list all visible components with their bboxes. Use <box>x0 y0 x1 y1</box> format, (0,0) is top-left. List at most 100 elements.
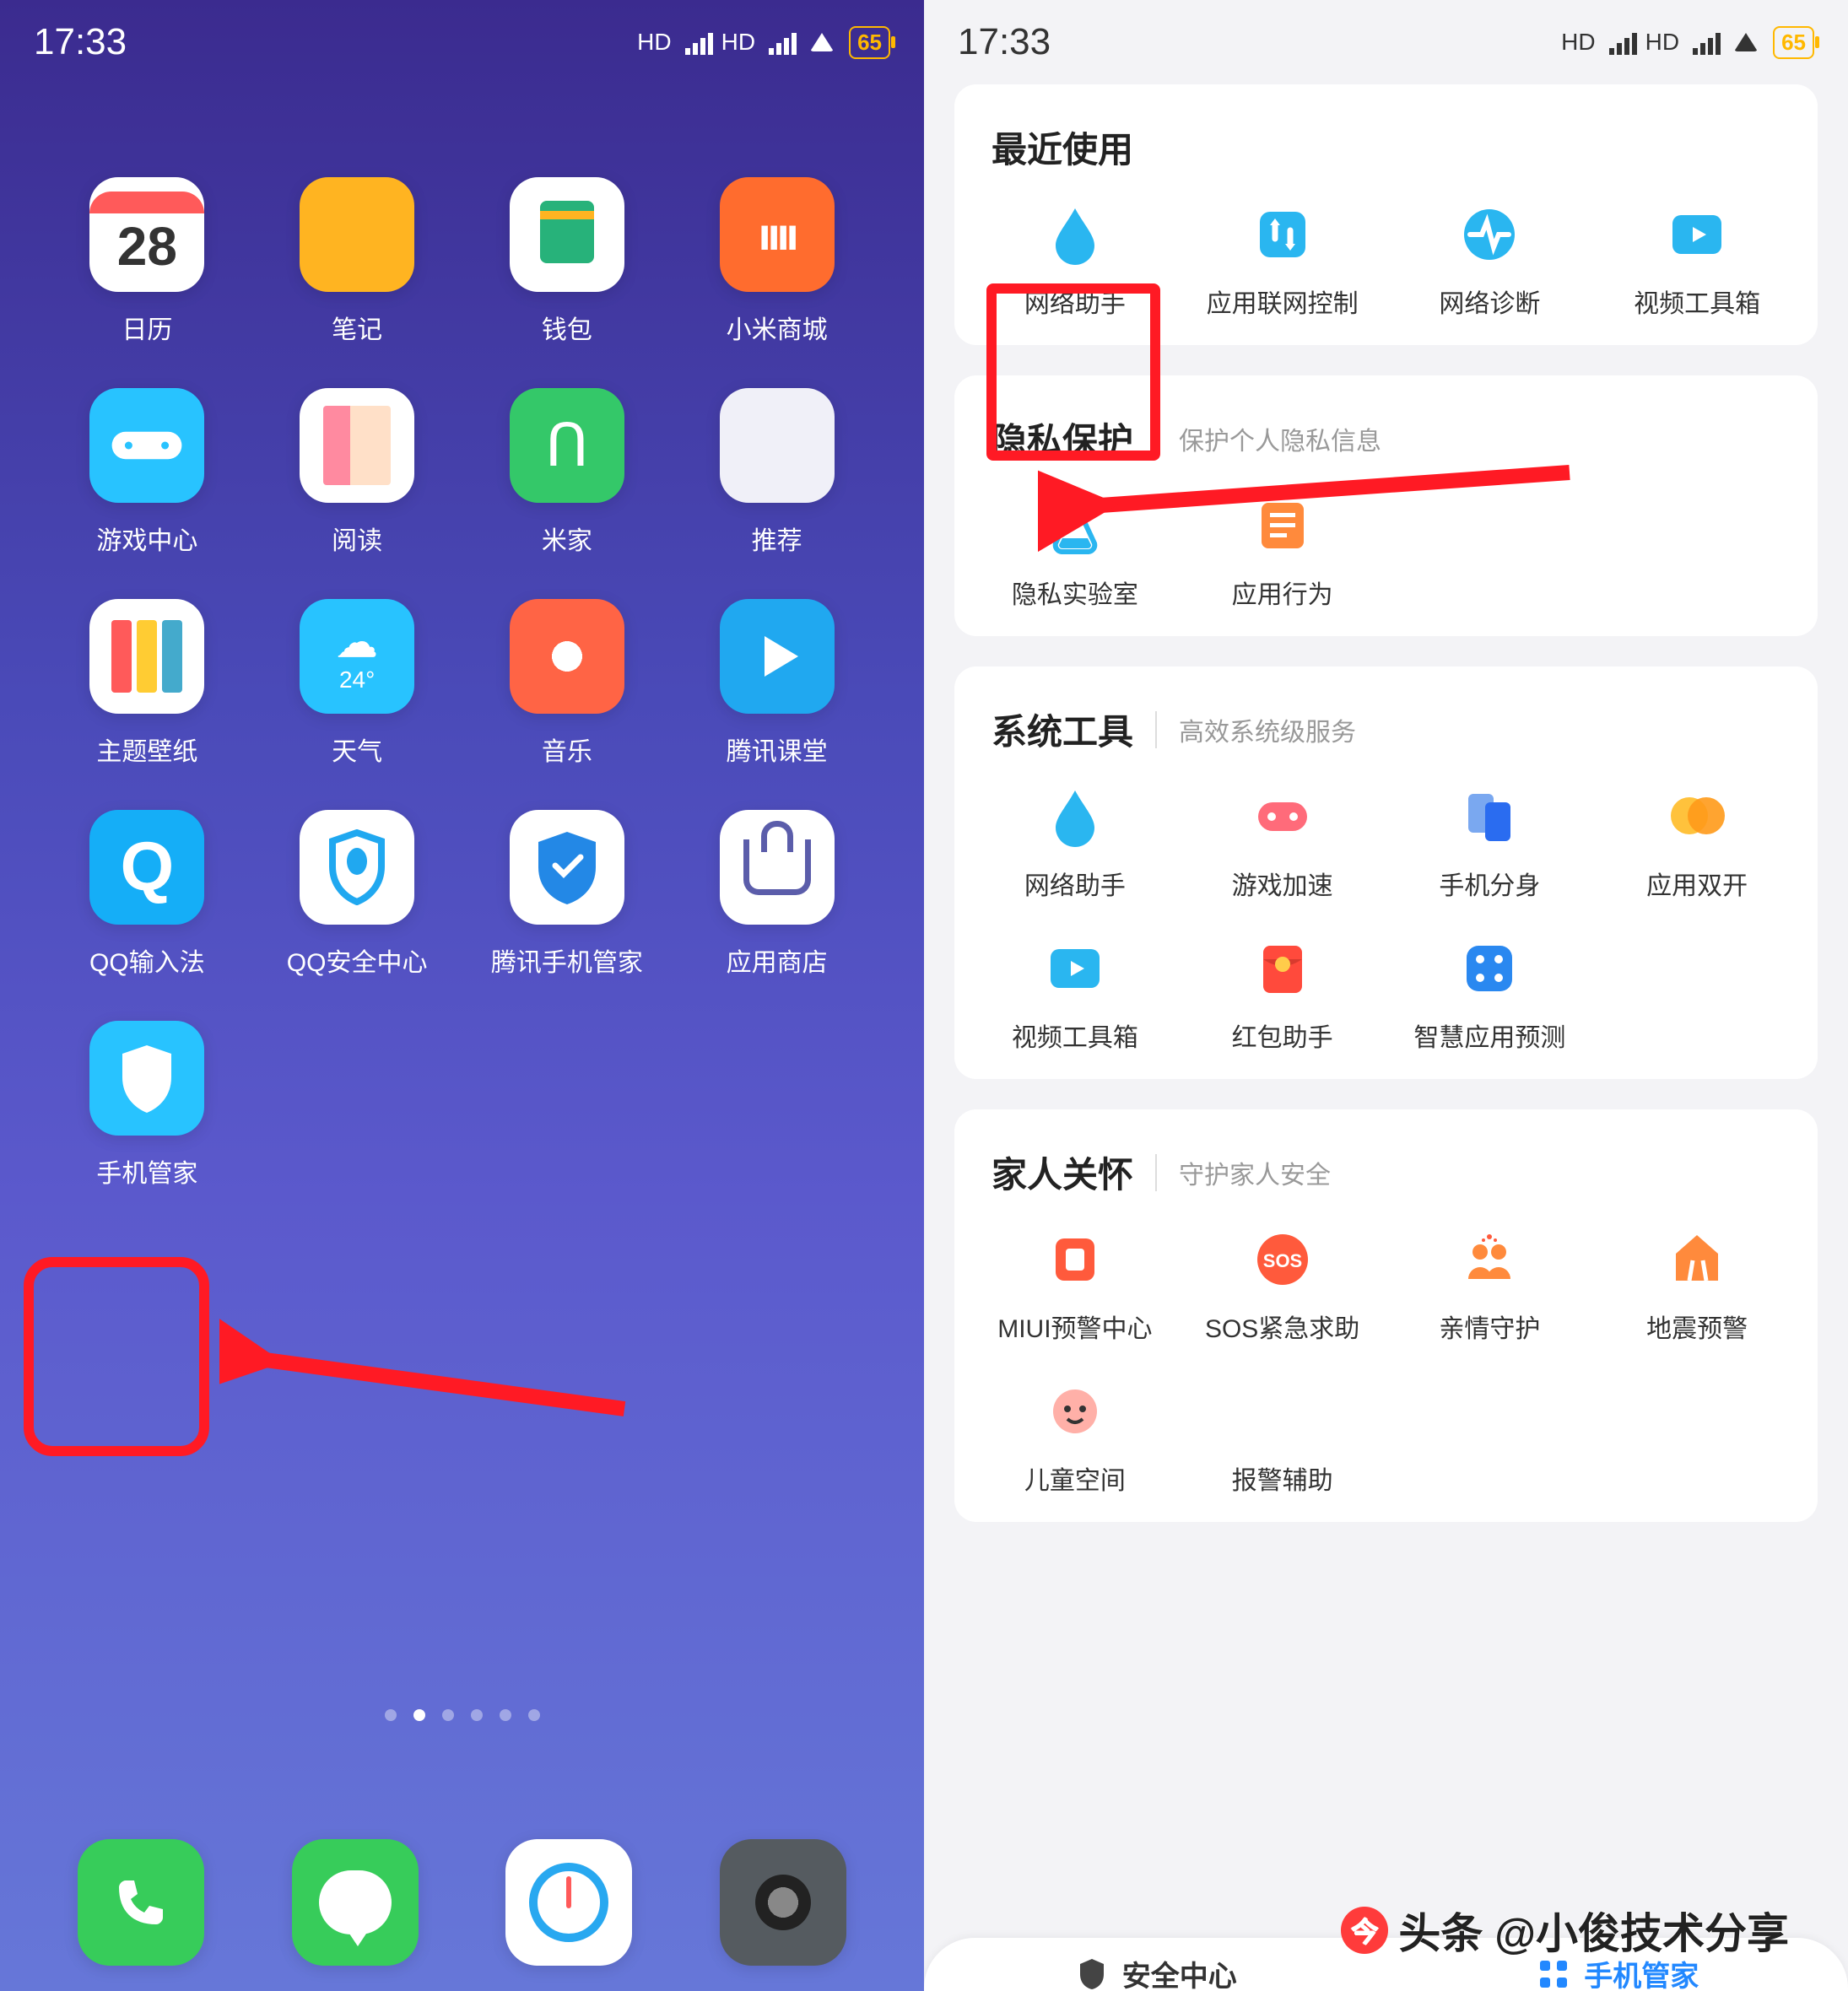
tool-dual-app[interactable]: 应用双开 <box>1593 784 1801 902</box>
section-title: 最近使用 <box>992 121 1133 173</box>
section-recent: 最近使用 网络助手 应用联网控制 网络诊断 视频工具箱 <box>954 84 1818 345</box>
phone-right-manager: 17:33 HD HD 65 最近使用 网络助手 应用联网控制 网络诊断 视频工… <box>924 0 1848 1991</box>
tool-network-assistant[interactable]: 网络助手 <box>971 202 1179 320</box>
tool-family-guard[interactable]: 亲情守护 <box>1386 1227 1594 1345</box>
app-game-center[interactable]: 游戏中心 <box>50 388 244 557</box>
video-toolbox-icon <box>1042 936 1108 1001</box>
app-mi-store[interactable]: ıııı小米商城 <box>680 177 874 346</box>
tab-security-center[interactable]: 安全中心 <box>1073 1953 1237 1991</box>
tool-network-diag[interactable]: 网络诊断 <box>1386 202 1594 320</box>
dock-messages[interactable] <box>292 1839 419 1966</box>
page-indicator <box>0 1709 924 1721</box>
app-calendar[interactable]: 28日历 <box>50 177 244 346</box>
theme-icon <box>89 599 204 714</box>
tool-red-packet[interactable]: 红包助手 <box>1179 936 1386 1054</box>
app-notes[interactable]: 笔记 <box>260 177 454 346</box>
section-privacy: 隐私保护保护个人隐私信息 隐私实验室 应用行为 <box>954 375 1818 636</box>
status-bar-right: 17:33 HD HD 65 <box>924 0 1848 84</box>
status-icons-r: HD HD 65 <box>1561 26 1814 59</box>
tool-video-toolbox[interactable]: 视频工具箱 <box>1593 202 1801 320</box>
phone-guard-icon <box>89 1021 204 1136</box>
hd-indicator: HD <box>637 29 671 56</box>
red-packet-icon <box>1250 936 1316 1001</box>
net-control-icon <box>1250 202 1316 267</box>
tool-police-assist[interactable]: 报警辅助 <box>1179 1379 1386 1497</box>
annotation-highlight-left <box>24 1257 209 1456</box>
section-family-care: 家人关怀守护家人安全 MIUI预警中心 SOSSOS紧急求助 亲情守护 地震预警… <box>954 1109 1818 1522</box>
dock-browser[interactable] <box>505 1839 632 1966</box>
tool-child-space[interactable]: 儿童空间 <box>971 1379 1179 1497</box>
app-tencent-guard[interactable]: 腾讯手机管家 <box>470 810 664 979</box>
app-mijia[interactable]: ᑎ米家 <box>470 388 664 557</box>
home-apps-grid: 28日历 笔记 钱包 ıııı小米商城 游戏中心 阅读 ᑎ米家 推荐 主题壁纸 … <box>0 84 924 1190</box>
tool-network-assistant-2[interactable]: 网络助手 <box>971 784 1179 902</box>
weather-icon: ☁24° <box>300 599 414 714</box>
watermark-logo-icon: 今 <box>1341 1907 1388 1954</box>
tool-video-toolbox-2[interactable]: 视频工具箱 <box>971 936 1179 1054</box>
status-time: 17:33 <box>34 21 637 63</box>
status-bar-left: 17:33 HD HD 65 <box>0 0 924 84</box>
dock-camera[interactable] <box>720 1839 846 1966</box>
tool-game-boost[interactable]: 游戏加速 <box>1179 784 1386 902</box>
app-read[interactable]: 阅读 <box>260 388 454 557</box>
book-icon <box>300 388 414 503</box>
notes-icon <box>300 177 414 292</box>
app-store-icon <box>720 810 835 925</box>
app-tencent-course[interactable]: 腾讯课堂 <box>680 599 874 768</box>
signal-r2-icon <box>1693 30 1721 55</box>
tool-sos[interactable]: SOSSOS紧急求助 <box>1179 1227 1386 1345</box>
tool-phone-clone[interactable]: 手机分身 <box>1386 784 1594 902</box>
qq-input-icon: Q <box>89 810 204 925</box>
mi-logo-icon: ıııı <box>720 177 835 292</box>
wifi-icon <box>810 33 834 51</box>
game-boost-icon <box>1250 784 1316 850</box>
signal-1-icon <box>685 30 713 55</box>
hd-indicator-2: HD <box>721 29 755 56</box>
behavior-icon <box>1250 493 1316 558</box>
app-folder-recommend[interactable]: 推荐 <box>680 388 874 557</box>
child-space-icon <box>1042 1379 1108 1444</box>
alert-icon <box>1042 1227 1108 1292</box>
tool-earthquake[interactable]: 地震预警 <box>1593 1227 1801 1345</box>
clone-icon <box>1456 784 1522 850</box>
battery-indicator: 65 <box>849 26 890 59</box>
app-themes[interactable]: 主题壁纸 <box>50 599 244 768</box>
shield-icon <box>1073 1956 1110 1991</box>
app-qq-security[interactable]: QQ安全中心 <box>260 810 454 979</box>
tool-miui-alert[interactable]: MIUI预警中心 <box>971 1227 1179 1345</box>
phone-left-home: 17:33 HD HD 65 28日历 笔记 钱包 ıııı小米商城 游戏中心 … <box>0 0 924 1991</box>
tool-privacy-lab[interactable]: 隐私实验室 <box>971 493 1179 611</box>
signal-2-icon <box>769 30 797 55</box>
mijia-icon: ᑎ <box>510 388 624 503</box>
dock-phone[interactable] <box>78 1839 204 1966</box>
app-store[interactable]: 应用商店 <box>680 810 874 979</box>
status-time-r: 17:33 <box>958 21 1561 63</box>
folder-icon <box>720 388 835 503</box>
tool-app-predict[interactable]: 智慧应用预测 <box>1386 936 1594 1054</box>
section-system-tools: 系统工具高效系统级服务 网络助手 游戏加速 手机分身 应用双开 视频工具箱 红包… <box>954 666 1818 1079</box>
app-wallet[interactable]: 钱包 <box>470 177 664 346</box>
video-toolbox-icon <box>1664 202 1730 267</box>
police-icon <box>1250 1379 1316 1444</box>
app-qq-input[interactable]: QQQ输入法 <box>50 810 244 979</box>
sos-icon: SOS <box>1250 1227 1316 1292</box>
app-weather[interactable]: ☁24°天气 <box>260 599 454 768</box>
dock <box>0 1839 924 1966</box>
drop-icon <box>1042 202 1108 267</box>
battery-indicator-r: 65 <box>1773 26 1814 59</box>
music-icon <box>510 599 624 714</box>
diagnosis-icon <box>1456 202 1522 267</box>
wifi-icon-r <box>1734 33 1758 51</box>
predict-icon <box>1456 936 1522 1001</box>
course-icon <box>720 599 835 714</box>
tool-app-net-control[interactable]: 应用联网控制 <box>1179 202 1386 320</box>
tool-app-behavior[interactable]: 应用行为 <box>1179 493 1386 611</box>
earthquake-icon <box>1664 1227 1730 1292</box>
app-music[interactable]: 音乐 <box>470 599 664 768</box>
flask-icon <box>1042 493 1108 558</box>
drop-icon <box>1042 784 1108 850</box>
app-phone-guard[interactable]: 手机管家 <box>50 1021 244 1190</box>
wallet-icon <box>510 177 624 292</box>
status-icons: HD HD 65 <box>637 26 890 59</box>
tencent-guard-icon <box>510 810 624 925</box>
